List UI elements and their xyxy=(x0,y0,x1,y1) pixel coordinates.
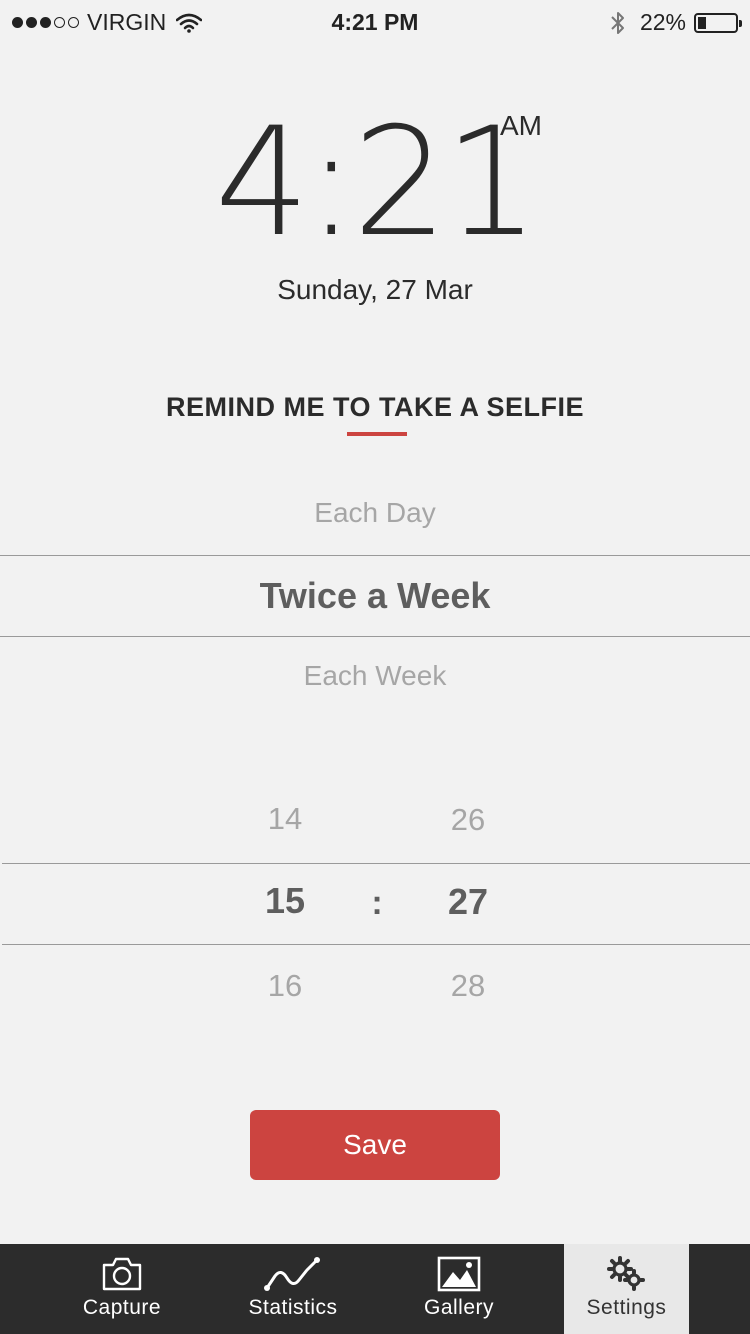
tab-bar: Capture Statistics Gallery Settings xyxy=(0,1244,750,1334)
tab-gallery[interactable]: Gallery xyxy=(399,1244,519,1334)
image-icon xyxy=(437,1256,481,1292)
battery-percent: 22% xyxy=(639,9,686,35)
time-separator: : xyxy=(371,884,383,922)
frequency-option-selected[interactable]: Twice a Week xyxy=(0,575,750,617)
clock-time: 4:21 xyxy=(214,96,540,270)
minute-option-above[interactable]: 26 xyxy=(408,802,528,838)
tab-label: Capture xyxy=(82,1296,162,1319)
picker-divider xyxy=(0,636,750,637)
line-chart-icon xyxy=(264,1257,320,1291)
minute-option-below[interactable]: 28 xyxy=(408,968,528,1004)
camera-icon xyxy=(102,1257,142,1291)
tab-capture[interactable]: Capture xyxy=(62,1244,182,1334)
tab-label: Gallery xyxy=(423,1296,495,1319)
tab-settings[interactable]: Settings xyxy=(564,1244,689,1334)
title-underline xyxy=(347,432,407,436)
hour-option-selected[interactable]: 15 xyxy=(225,880,345,922)
clock-date: Sunday, 27 Mar xyxy=(277,274,473,305)
tab-statistics[interactable]: Statistics xyxy=(233,1244,353,1334)
bluetooth-icon xyxy=(611,11,624,34)
clock-display: 4:21 xyxy=(0,108,750,258)
save-button[interactable]: Save xyxy=(250,1110,500,1180)
picker-divider xyxy=(2,944,750,945)
section-title: REMIND ME TO TAKE A SELFIE xyxy=(165,392,584,422)
hour-option-below[interactable]: 16 xyxy=(225,968,345,1004)
hour-option-above[interactable]: 14 xyxy=(225,801,345,837)
tab-label: Statistics xyxy=(248,1296,338,1319)
gears-icon xyxy=(606,1256,645,1291)
minute-option-selected[interactable]: 27 xyxy=(408,881,528,923)
status-bar: VIRGIN 4:21 PM 22% xyxy=(0,0,750,48)
frequency-option-above[interactable]: Each Day xyxy=(0,497,750,529)
battery-icon xyxy=(694,12,742,33)
clock-ampm: AM xyxy=(500,110,542,141)
picker-divider xyxy=(0,555,750,556)
frequency-option-below[interactable]: Each Week xyxy=(0,660,750,692)
status-right: 22% xyxy=(610,9,742,36)
tab-label: Settings xyxy=(586,1296,667,1319)
picker-divider xyxy=(2,863,750,864)
